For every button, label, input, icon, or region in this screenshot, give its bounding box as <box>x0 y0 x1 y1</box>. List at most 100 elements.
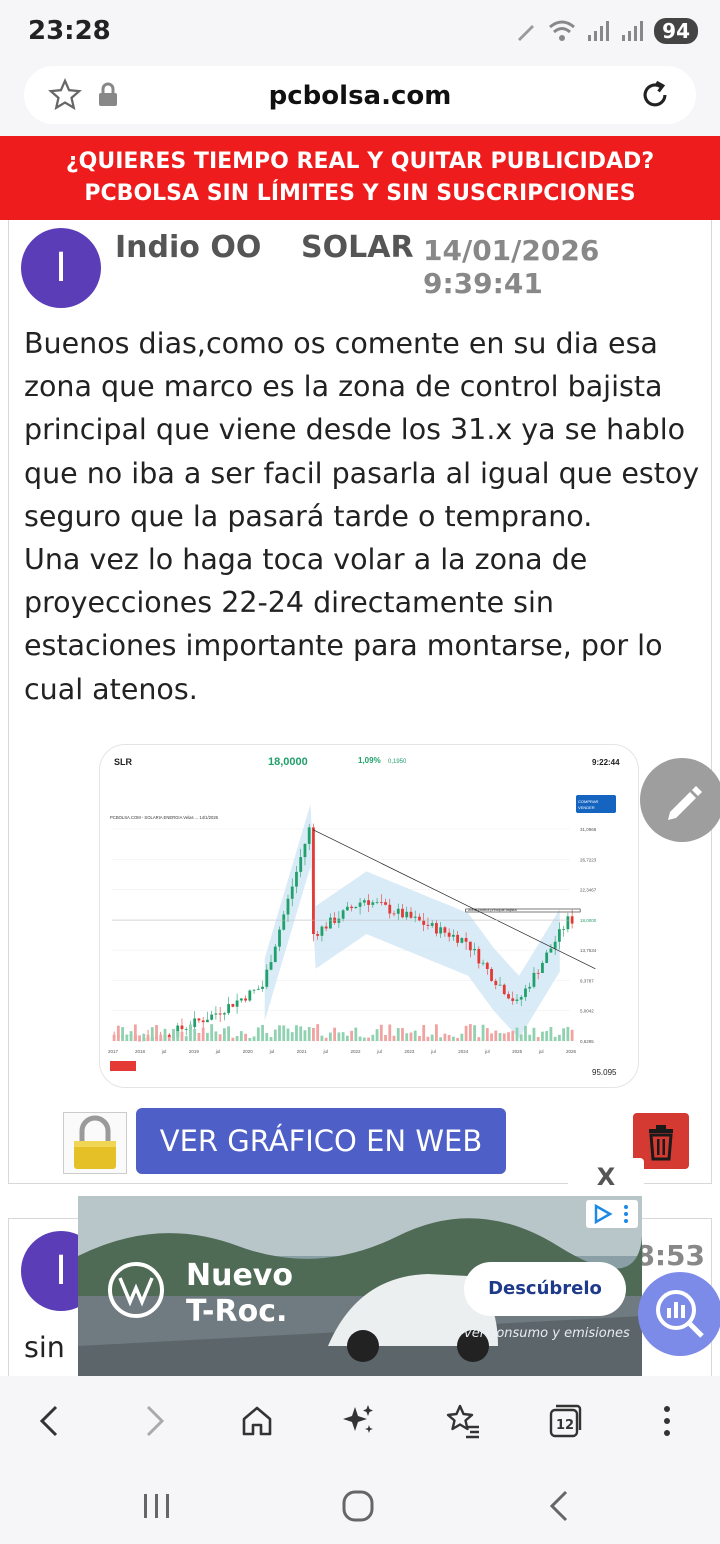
home-button[interactable] <box>234 1398 280 1444</box>
address-bar[interactable]: pcbolsa.com <box>24 66 696 124</box>
menu-button[interactable] <box>644 1398 690 1444</box>
candle-body <box>350 906 354 909</box>
candle-body <box>553 941 557 949</box>
status-time: 23:28 <box>28 16 111 46</box>
volume-bar <box>490 1033 493 1041</box>
forward-button[interactable] <box>132 1398 178 1444</box>
volume-bar <box>265 1032 269 1041</box>
volume-bar <box>345 1035 349 1041</box>
volume-bar <box>180 1031 184 1041</box>
x-tick-label: jul <box>430 1049 436 1054</box>
candle-body <box>485 962 489 970</box>
ad-close-button[interactable]: X <box>568 1158 644 1196</box>
promo-banner[interactable]: ¿QUIERES TIEMPO REAL Y QUITAR PUBLICIDAD… <box>0 136 720 220</box>
chart-buy-label: COMPRAR <box>578 799 599 804</box>
candle-body <box>367 900 370 905</box>
edit-fab[interactable] <box>640 758 720 842</box>
candle-body <box>328 917 332 929</box>
ad-cta-button[interactable]: Descúbrelo <box>464 1262 626 1316</box>
volume-bar <box>545 1031 549 1041</box>
signal-icon-2 <box>622 21 644 41</box>
volume-bar <box>112 1034 116 1041</box>
candle-body <box>460 938 464 943</box>
candle-body <box>299 857 303 872</box>
home-icon <box>242 1406 272 1436</box>
y-tick-label: 31,0968 <box>580 827 597 832</box>
candle-body <box>511 998 515 1001</box>
candle-body <box>409 911 413 918</box>
x-tick-label: jul <box>538 1049 544 1054</box>
post-ticker[interactable]: SOLAR <box>301 230 414 265</box>
lock-toggle[interactable] <box>63 1112 127 1174</box>
volume-bar <box>146 1034 150 1041</box>
recent-apps-button[interactable] <box>136 1486 176 1526</box>
bookmarks-button[interactable] <box>440 1398 486 1444</box>
candle-body <box>541 962 544 973</box>
ad-banner[interactable]: Nuevo T-Roc. Descúbrelo ver consumo y em… <box>78 1196 642 1376</box>
url-text: pcbolsa.com <box>268 81 452 111</box>
system-back-button[interactable] <box>540 1486 580 1526</box>
volume-bar <box>553 1036 557 1041</box>
x-tick-label: 2018 <box>135 1049 146 1054</box>
volume-bar <box>507 1032 510 1041</box>
chart-volume-label: 95.095 <box>592 1068 617 1077</box>
candle-body <box>286 898 290 915</box>
candle-body <box>244 998 247 1001</box>
volume-bar <box>341 1032 345 1041</box>
candle-body <box>468 941 472 951</box>
volume-bar <box>172 1028 175 1041</box>
avatar[interactable]: I <box>21 228 101 308</box>
volume-bar <box>384 1035 387 1041</box>
candle-body <box>439 927 443 934</box>
chart-image[interactable]: SLR 18,0000 1,09% 0,1950 9:22:44 COMPRAR… <box>99 744 639 1088</box>
volume-bar <box>422 1025 426 1041</box>
volume-bar <box>239 1031 243 1041</box>
view-chart-web-button[interactable]: VER GRÁFICO EN WEB <box>136 1108 506 1174</box>
candle-body <box>481 962 485 964</box>
volume-bar <box>155 1025 158 1041</box>
volume-bar <box>303 1030 307 1041</box>
candle-body <box>214 1013 218 1015</box>
candle-body <box>282 914 286 930</box>
volume-bar <box>502 1033 506 1041</box>
candle-body <box>206 1019 209 1023</box>
candle-body <box>184 1029 188 1030</box>
ad-choices[interactable] <box>586 1200 638 1228</box>
volume-bar <box>418 1036 421 1041</box>
post-author[interactable]: Indio OO <box>115 230 261 265</box>
tabs-button[interactable]: 12 <box>542 1398 588 1444</box>
candle-body <box>426 924 430 926</box>
candle-body <box>218 1013 222 1015</box>
ai-button[interactable] <box>336 1398 382 1444</box>
volume-bar <box>549 1026 553 1041</box>
y-tick-label: 26,7223 <box>580 857 597 862</box>
wifi-icon <box>549 20 576 41</box>
candle-body <box>562 929 566 930</box>
candle-body <box>303 843 307 858</box>
sparkle-icon <box>343 1405 373 1433</box>
volume-bar <box>405 1033 409 1041</box>
system-nav-bar <box>0 1466 720 1544</box>
recent-apps-icon <box>144 1494 169 1518</box>
candle-body <box>239 998 243 1001</box>
x-tick-label: 2019 <box>189 1049 200 1054</box>
y-tick-label: 5,0042 <box>580 1009 594 1014</box>
volume-bar <box>447 1034 451 1041</box>
volume-bar <box>218 1034 222 1041</box>
volume-bar <box>350 1030 354 1041</box>
candle-body <box>494 980 498 986</box>
candle-body <box>375 902 379 903</box>
candle-body <box>278 929 281 947</box>
post2-text: sin <box>24 1331 65 1364</box>
post2-time: 8:53 <box>635 1239 705 1272</box>
reload-icon[interactable] <box>638 78 672 112</box>
back-button[interactable] <box>26 1398 72 1444</box>
volume-bar <box>189 1024 192 1041</box>
status-icons: 94 <box>514 16 698 46</box>
candle-body <box>405 911 409 918</box>
chart-red-tag <box>110 1061 136 1071</box>
candle-body <box>549 948 553 953</box>
chart-search-fab[interactable] <box>638 1272 720 1356</box>
candle-body <box>532 972 536 987</box>
system-home-button[interactable] <box>338 1486 378 1526</box>
